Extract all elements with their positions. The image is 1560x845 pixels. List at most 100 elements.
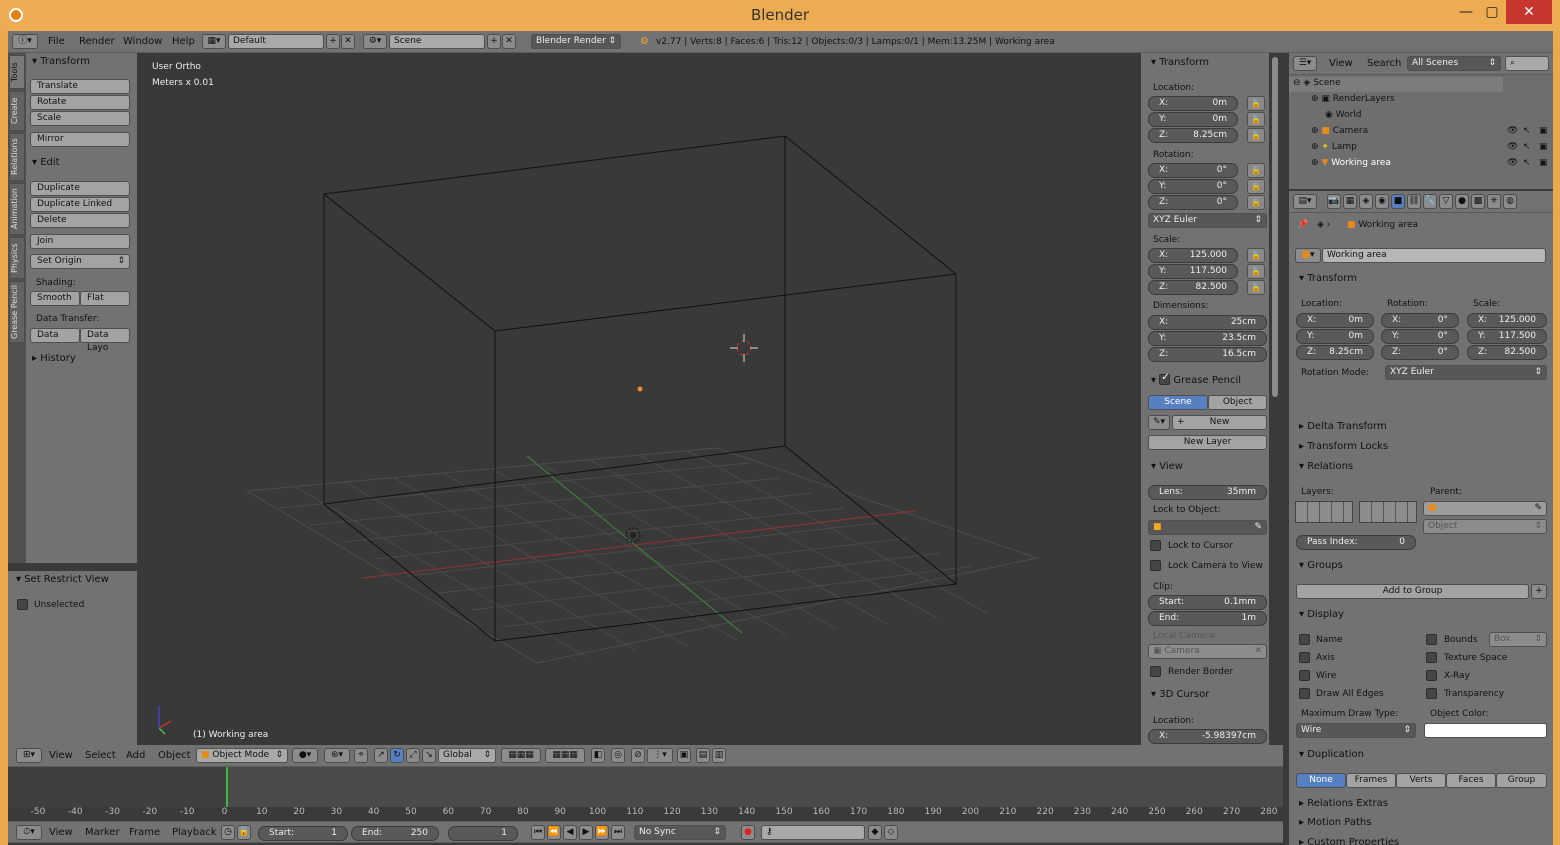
flat-button[interactable]: Flat bbox=[80, 291, 130, 306]
cursor-select-icon[interactable]: ↖ bbox=[1523, 126, 1531, 136]
grease-pencil-header[interactable]: ▾ Grease Pencil bbox=[1151, 372, 1241, 386]
jump-start-icon[interactable]: ⏮ bbox=[531, 825, 545, 840]
layers-grid-1[interactable] bbox=[1295, 501, 1353, 523]
modifiers-tab-icon[interactable]: 🔧 bbox=[1423, 194, 1437, 209]
close-button[interactable]: ✕ bbox=[1506, 0, 1552, 24]
texture-space-checkbox[interactable] bbox=[1426, 652, 1437, 663]
rotation-y-field[interactable]: Y: 0° bbox=[1148, 179, 1238, 194]
render-camera-icon[interactable]: ▣ bbox=[1539, 126, 1548, 136]
layers-grid-2[interactable] bbox=[1359, 501, 1417, 523]
scale-x-field[interactable]: X: 125.000 bbox=[1148, 248, 1238, 263]
draw-all-edges-checkbox[interactable] bbox=[1299, 688, 1310, 699]
lock-icon[interactable]: 🔓 bbox=[1247, 264, 1265, 279]
3d-viewport[interactable]: User Ortho Meters x 0.01 (1) Working are… bbox=[137, 53, 1141, 745]
tool-transform-header[interactable]: ▾ Transform bbox=[32, 56, 90, 67]
transform-locks-header[interactable]: ▸ Transform Locks bbox=[1299, 441, 1388, 452]
insert-keyframe-icon[interactable]: ◆ bbox=[868, 825, 882, 840]
xray-checkbox[interactable] bbox=[1426, 670, 1437, 681]
render-camera-icon[interactable]: ▣ bbox=[1539, 158, 1548, 168]
render-tab-icon[interactable]: 📷 bbox=[1327, 194, 1341, 209]
scale-z-field[interactable]: Z: 82.500 bbox=[1148, 280, 1238, 295]
scale-y-field[interactable]: Y: 117.500 bbox=[1148, 264, 1238, 279]
motion-paths-header[interactable]: ▸ Motion Paths bbox=[1299, 817, 1371, 828]
texture-tab-icon[interactable]: ▩ bbox=[1471, 194, 1485, 209]
display-header[interactable]: ▾ Display bbox=[1299, 609, 1344, 620]
lock-range-icon[interactable]: 🔒 bbox=[237, 825, 251, 840]
clear-icon[interactable]: ✕ bbox=[1254, 645, 1262, 658]
scene-icon[interactable]: ⚙▾ bbox=[363, 34, 387, 49]
object-color-swatch[interactable] bbox=[1424, 723, 1547, 738]
relations-header[interactable]: ▾ Relations bbox=[1299, 461, 1353, 472]
preview-range-icon[interactable]: ◷ bbox=[221, 825, 235, 840]
cursor-select-icon[interactable]: ↖ bbox=[1523, 142, 1531, 152]
dimension-y-field[interactable]: Y: 23.5cm bbox=[1148, 331, 1267, 346]
gp-scene-button[interactable]: Scene bbox=[1148, 395, 1208, 410]
lock-to-cursor-checkbox[interactable] bbox=[1150, 540, 1161, 551]
duplication-header[interactable]: ▾ Duplication bbox=[1299, 749, 1364, 760]
screen-layout-field[interactable]: Default bbox=[228, 34, 324, 49]
duplicate-button[interactable]: Duplicate bbox=[30, 181, 130, 196]
dup-faces-button[interactable]: Faces bbox=[1446, 773, 1496, 788]
maximize-button[interactable]: ▢ bbox=[1474, 0, 1510, 24]
groups-header[interactable]: ▾ Groups bbox=[1299, 560, 1343, 571]
lock-icon[interactable]: 🔓 bbox=[1247, 128, 1265, 143]
outliner-item-lamp[interactable]: ⊕ ✦ Lamp bbox=[1311, 142, 1357, 152]
props-loc-y[interactable]: Y: 0m bbox=[1296, 329, 1374, 344]
restrict-view-header[interactable]: ▾ Set Restrict View bbox=[16, 574, 109, 585]
3d-cursor-header[interactable]: ▾ 3D Cursor bbox=[1151, 689, 1209, 700]
screen-layout-icon[interactable]: ▦▾ bbox=[202, 34, 226, 49]
object-tab-icon[interactable]: ■ bbox=[1391, 194, 1405, 209]
outliner-item-world[interactable]: ◉ World bbox=[1325, 110, 1362, 120]
props-loc-x[interactable]: X: 0m bbox=[1296, 313, 1374, 328]
jump-end-icon[interactable]: ⏭ bbox=[611, 825, 625, 840]
props-scl-y[interactable]: Y: 117.500 bbox=[1467, 329, 1547, 344]
editor-type-icon[interactable]: ⊞▾ bbox=[16, 748, 42, 763]
current-frame-field[interactable]: 1 bbox=[448, 826, 518, 841]
relations-extras-header[interactable]: ▸ Relations Extras bbox=[1299, 798, 1388, 809]
start-frame-field[interactable]: Start: 1 bbox=[258, 826, 348, 841]
data-layout-button[interactable]: Data Layo bbox=[80, 328, 130, 353]
props-rot-y[interactable]: Y: 0° bbox=[1381, 329, 1459, 344]
eye-icon[interactable]: 👁 bbox=[1507, 158, 1518, 168]
render-engine-select[interactable]: Blender Render ⇕ bbox=[531, 34, 621, 49]
render-preview-icon[interactable]: ▥ bbox=[712, 748, 726, 763]
duplicate-linked-button[interactable]: Duplicate Linked bbox=[30, 197, 130, 212]
object-browse-icon[interactable]: ■▾ bbox=[1295, 248, 1321, 263]
npanel-scrollbar[interactable] bbox=[1272, 57, 1278, 397]
viewport-menu-object[interactable]: Object bbox=[158, 750, 191, 761]
rotation-z-field[interactable]: Z: 0° bbox=[1148, 195, 1238, 210]
dup-none-button[interactable]: None bbox=[1296, 773, 1346, 788]
physics-tab-icon[interactable]: ◍ bbox=[1503, 194, 1517, 209]
play-icon[interactable]: ▶ bbox=[579, 825, 593, 840]
scene-layers-2-icon[interactable]: ▦▦▦ bbox=[545, 748, 585, 763]
object-name-field[interactable]: Working area bbox=[1322, 248, 1546, 263]
lock-icon[interactable]: 🔓 bbox=[1247, 248, 1265, 263]
cursor-x-field[interactable]: X: -5.98397cm bbox=[1148, 729, 1267, 744]
lock-icon[interactable]: 🔓 bbox=[1247, 280, 1265, 295]
outliner-item-scene[interactable]: ⊖ ◈ Scene bbox=[1293, 78, 1341, 88]
props-rot-z[interactable]: Z: 0° bbox=[1381, 345, 1459, 360]
join-button[interactable]: Join bbox=[30, 234, 130, 249]
scale-button[interactable]: Scale bbox=[30, 111, 130, 126]
tab-create[interactable]: Create bbox=[9, 91, 25, 131]
dimension-x-field[interactable]: X: 25cm bbox=[1148, 315, 1267, 330]
data-tab-icon[interactable]: ▽ bbox=[1439, 194, 1453, 209]
layer-lock-icon[interactable]: ◧ bbox=[591, 748, 605, 763]
dup-verts-button[interactable]: Verts bbox=[1396, 773, 1446, 788]
manipulator-translate-icon[interactable]: ↗ bbox=[374, 748, 388, 763]
viewport-menu-add[interactable]: Add bbox=[126, 750, 145, 761]
history-header[interactable]: ▸ History bbox=[32, 353, 76, 364]
axis-checkbox[interactable] bbox=[1299, 652, 1310, 663]
outliner-item-renderlayers[interactable]: ⊕ ▣ RenderLayers bbox=[1311, 94, 1395, 104]
keying-set-field[interactable]: ⚷ bbox=[761, 825, 865, 840]
lock-icon[interactable]: 🔓 bbox=[1247, 96, 1265, 111]
opengl-render-icon[interactable]: ▣ bbox=[677, 748, 691, 763]
props-transform-header[interactable]: ▾ Transform bbox=[1299, 273, 1357, 284]
delta-transform-header[interactable]: ▸ Delta Transform bbox=[1299, 421, 1387, 432]
add-scene-icon[interactable]: + bbox=[487, 34, 501, 49]
add-layout-icon[interactable]: + bbox=[326, 34, 340, 49]
opengl-anim-icon[interactable]: ▤ bbox=[696, 748, 710, 763]
manipulator-rotate-icon[interactable]: ↻ bbox=[390, 748, 404, 763]
unselected-checkbox[interactable] bbox=[17, 599, 28, 610]
lock-to-object-field[interactable]: ■ ✎ bbox=[1148, 520, 1267, 535]
